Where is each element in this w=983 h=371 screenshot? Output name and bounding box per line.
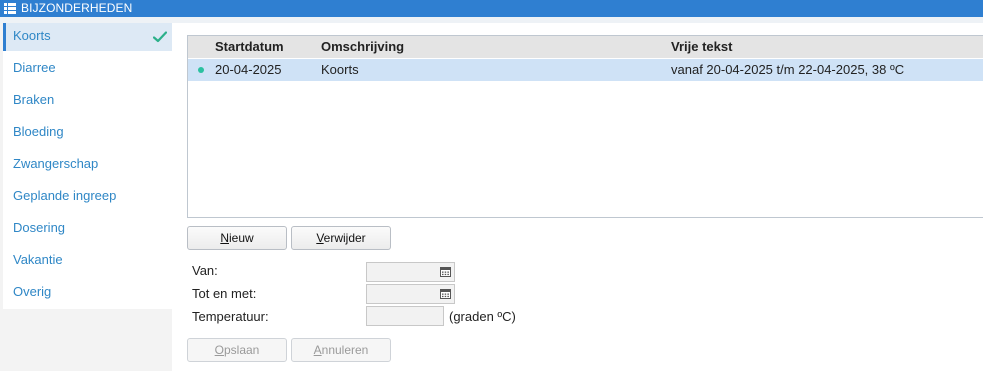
table-row[interactable]: 20-04-2025 Koorts vanaf 20-04-2025 t/m 2… (188, 59, 983, 81)
new-button-label: ieuw (228, 231, 254, 245)
records-table: Startdatum Omschrijving Vrije tekst 20-0… (187, 35, 983, 218)
delete-button[interactable]: Verwijder (291, 226, 391, 250)
delete-button-mnemonic: V (316, 231, 324, 245)
column-header-startdatum[interactable]: Startdatum (215, 36, 284, 58)
sidebar-item-geplande-ingreep[interactable]: Geplande ingreep (3, 183, 172, 211)
cancel-button-mnemonic: A (313, 343, 322, 357)
list-icon (4, 3, 16, 14)
cancel-button-label: nnuleren (321, 343, 369, 357)
delete-button-label: erwijder (323, 231, 366, 245)
sidebar: Koorts Diarree Braken Bloeding Zwangersc… (0, 23, 172, 371)
calendar-icon[interactable] (440, 288, 451, 299)
sidebar-item-bloeding[interactable]: Bloeding (3, 119, 172, 147)
temperatuur-input[interactable] (366, 306, 444, 326)
sidebar-item-label: Diarree (13, 60, 56, 75)
column-header-vrije-tekst[interactable]: Vrije tekst (671, 36, 732, 58)
save-button-mnemonic: O (214, 343, 224, 357)
column-header-omschrijving[interactable]: Omschrijving (321, 36, 404, 58)
sidebar-item-label: Dosering (13, 220, 66, 235)
sidebar-item-label: Braken (13, 92, 55, 107)
check-icon (153, 31, 167, 43)
tot-en-met-label: Tot en met: (192, 286, 257, 301)
new-button-mnemonic: N (220, 231, 229, 245)
sidebar-item-label: Geplande ingreep (13, 188, 117, 203)
sidebar-item-diarree[interactable]: Diarree (3, 55, 172, 83)
table-header: Startdatum Omschrijving Vrije tekst (188, 36, 983, 58)
van-date-field[interactable] (366, 262, 455, 282)
calendar-icon[interactable] (440, 266, 451, 277)
sidebar-item-zwangerschap[interactable]: Zwangerschap (3, 151, 172, 179)
title-bar: BIJZONDERHEDEN (0, 0, 983, 17)
tot-en-met-date-field[interactable] (366, 284, 455, 304)
sidebar-item-koorts[interactable]: Koorts (3, 23, 172, 51)
sidebar-list: Koorts Diarree Braken Bloeding Zwangersc… (3, 23, 172, 309)
sidebar-item-vakantie[interactable]: Vakantie (3, 247, 172, 275)
temperatuur-label: Temperatuur: (192, 309, 269, 324)
new-button[interactable]: Nieuw (187, 226, 287, 250)
sidebar-item-overig[interactable]: Overig (3, 279, 172, 307)
cell-startdatum: 20-04-2025 (215, 62, 282, 77)
sidebar-item-dosering[interactable]: Dosering (3, 215, 172, 243)
cell-omschrijving: Koorts (321, 62, 359, 77)
van-label: Van: (192, 263, 218, 278)
sidebar-item-label: Vakantie (13, 252, 63, 267)
cancel-button[interactable]: Annuleren (291, 338, 391, 362)
save-button[interactable]: Opslaan (187, 338, 287, 362)
sidebar-item-label: Zwangerschap (13, 156, 99, 171)
sidebar-item-braken[interactable]: Braken (3, 87, 172, 115)
temperatuur-unit: (graden ºC) (449, 309, 516, 324)
cell-vrije-tekst: vanaf 20-04-2025 t/m 22-04-2025, 38 ºC (671, 62, 905, 77)
sidebar-item-label: Bloeding (13, 124, 64, 139)
save-button-label: pslaan (223, 343, 260, 357)
status-dot-icon (198, 67, 204, 73)
window-title: BIJZONDERHEDEN (21, 1, 133, 15)
sidebar-item-label: Koorts (13, 28, 51, 43)
sidebar-item-label: Overig (13, 284, 52, 299)
